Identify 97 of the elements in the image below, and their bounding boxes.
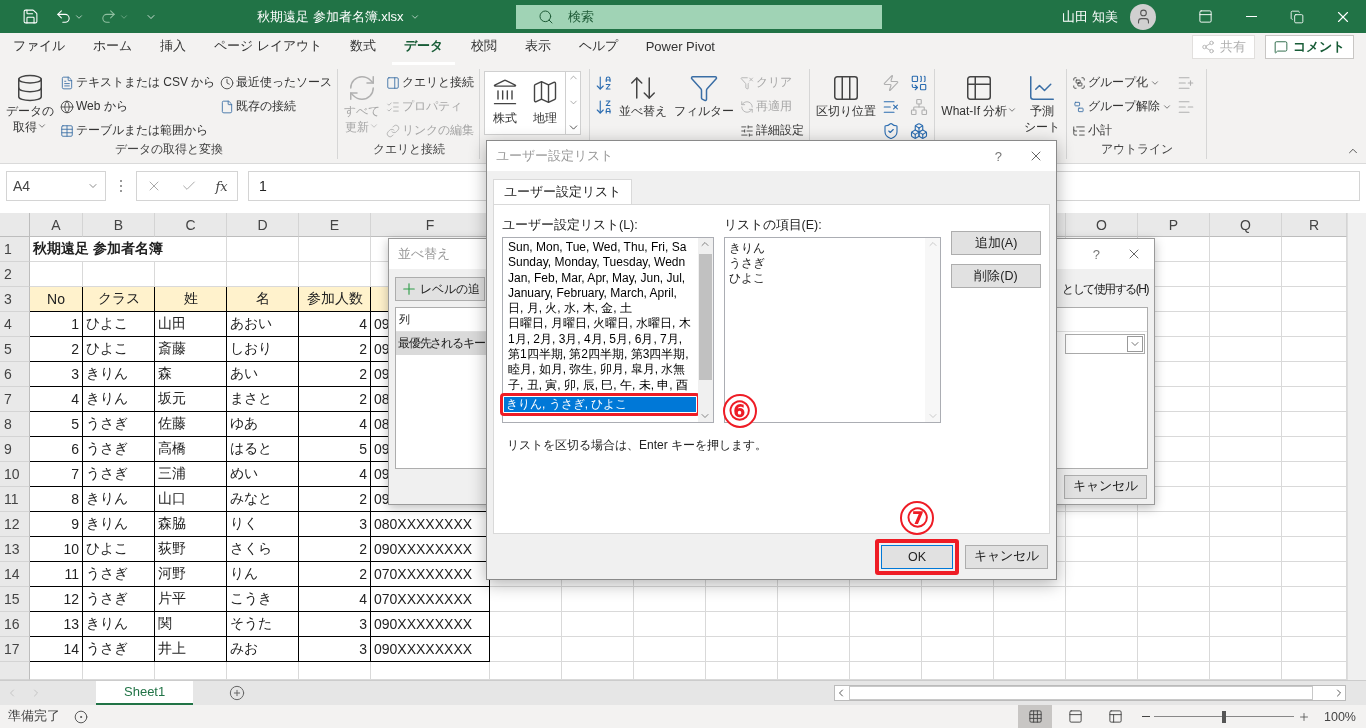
table-cell: 080XXXXXXXX <box>374 516 473 532</box>
table-cell: 6 <box>71 441 79 457</box>
table-cell: ひよこ <box>86 340 128 358</box>
table-cell: 荻野 <box>158 540 186 558</box>
column-title: クラス <box>97 290 140 308</box>
table-cell: まさと <box>230 390 272 408</box>
table-cell: 2 <box>359 391 367 407</box>
hint-text: リストを区切る場合は、Enter キーを押します。 <box>506 437 768 454</box>
option-label: として使用する(H) <box>1062 280 1148 298</box>
column-title: 姓 <box>183 290 198 308</box>
table-cell: 森 <box>158 365 172 383</box>
table-cell: うさぎ <box>86 590 128 608</box>
table-cell: 2 <box>359 491 367 507</box>
dialog-title: ユーザー設定リスト <box>496 147 613 165</box>
table-cell: そうた <box>230 615 272 633</box>
table-cell: はると <box>230 440 272 458</box>
table-cell: 4 <box>359 466 367 482</box>
table-cell: ゆあ <box>230 415 258 433</box>
table-cell: きりん <box>86 365 128 383</box>
table-cell: 高橋 <box>158 440 186 458</box>
table-cell: 090XXXXXXXX <box>374 541 473 557</box>
table-cell: みお <box>230 640 258 658</box>
table-cell: 森脇 <box>158 515 186 533</box>
table-cell: 河野 <box>158 565 186 583</box>
table-cell: 3 <box>359 516 367 532</box>
table-cell: 4 <box>359 416 367 432</box>
table-cell: 9 <box>71 516 79 532</box>
table-cell: あおい <box>230 315 272 333</box>
table-cell: うさぎ <box>86 465 128 483</box>
status-text: 準備完了 <box>8 708 60 725</box>
table-cell: 佐藤 <box>158 415 186 433</box>
table-cell: きりん <box>86 390 128 408</box>
table-cell: 090XXXXXXXX <box>374 641 473 657</box>
group-label: アウトライン <box>1100 141 1173 158</box>
field-label: ユーザー設定リスト(L): <box>502 217 639 234</box>
key-label: 最優先されるキー <box>396 332 489 355</box>
table-cell: 片平 <box>158 590 186 608</box>
field-label: リストの項目(E): <box>723 217 823 234</box>
table-cell: 10 <box>63 541 79 557</box>
table-cell: 5 <box>71 416 79 432</box>
sheet-title: 秋期遠足 参加者名簿 <box>33 240 163 258</box>
table-cell: 3 <box>359 616 367 632</box>
group-label: データの取得と変換 <box>114 141 223 158</box>
table-cell: 2 <box>359 541 367 557</box>
table-cell: 8 <box>71 491 79 507</box>
table-cell: うさぎ <box>86 640 128 658</box>
table-cell: きりん <box>86 515 128 533</box>
table-cell: りん <box>230 565 258 583</box>
table-cell: さくら <box>230 540 272 558</box>
dialog-title: 並べ替え <box>398 245 450 263</box>
column-title: 参加人数 <box>306 290 363 308</box>
table-cell: ひよこ <box>86 315 128 333</box>
user-name: 山田 知美 <box>1062 7 1118 26</box>
table-cell: こうき <box>230 590 272 608</box>
table-cell: うさぎ <box>86 415 128 433</box>
table-cell: しおり <box>230 340 272 358</box>
table-cell: 斎藤 <box>158 340 186 358</box>
column-title: No <box>47 291 65 307</box>
table-cell: うさぎ <box>86 440 128 458</box>
table-cell: 11 <box>64 566 79 582</box>
table-cell: めい <box>230 465 258 483</box>
table-cell: 7 <box>71 466 79 482</box>
table-cell: 2 <box>71 341 79 357</box>
table-cell: 13 <box>63 616 79 632</box>
table-cell: あい <box>230 365 258 383</box>
table-cell: 山田 <box>158 315 186 333</box>
table-cell: 070XXXXXXXX <box>374 566 473 582</box>
column-heading: 列 <box>399 312 410 327</box>
table-cell: 4 <box>359 591 367 607</box>
table-cell: 4 <box>359 316 367 332</box>
table-cell: 3 <box>359 641 367 657</box>
table-cell: みなと <box>230 490 272 508</box>
step-number: ⑥ <box>722 394 757 428</box>
table-cell: 山口 <box>158 490 186 508</box>
table-cell: ひよこ <box>86 540 128 558</box>
table-cell: 2 <box>359 566 367 582</box>
table-cell: 12 <box>63 591 79 607</box>
table-cell: きりん <box>86 615 128 633</box>
table-cell: うさぎ <box>86 565 128 583</box>
table-cell: きりん <box>86 490 128 508</box>
table-cell: 2 <box>359 341 367 357</box>
column-title: 名 <box>255 290 270 308</box>
table-cell: 4 <box>71 391 79 407</box>
table-cell: 2 <box>359 366 367 382</box>
table-cell: 3 <box>71 366 79 382</box>
table-cell: 関 <box>158 615 172 633</box>
group-label: クエリと接続 <box>372 141 445 158</box>
table-cell: 5 <box>359 441 367 457</box>
table-cell: 14 <box>63 641 79 657</box>
window-title: 秋期遠足 参加者名簿.xlsx <box>257 7 422 26</box>
table-cell: 坂元 <box>158 390 186 408</box>
table-cell: 三浦 <box>158 465 186 483</box>
table-cell: 090XXXXXXXX <box>374 616 473 632</box>
table-cell: 1 <box>71 316 79 332</box>
table-cell: りく <box>230 515 258 533</box>
table-cell: 井上 <box>158 640 186 658</box>
table-cell: 070XXXXXXXX <box>374 591 473 607</box>
